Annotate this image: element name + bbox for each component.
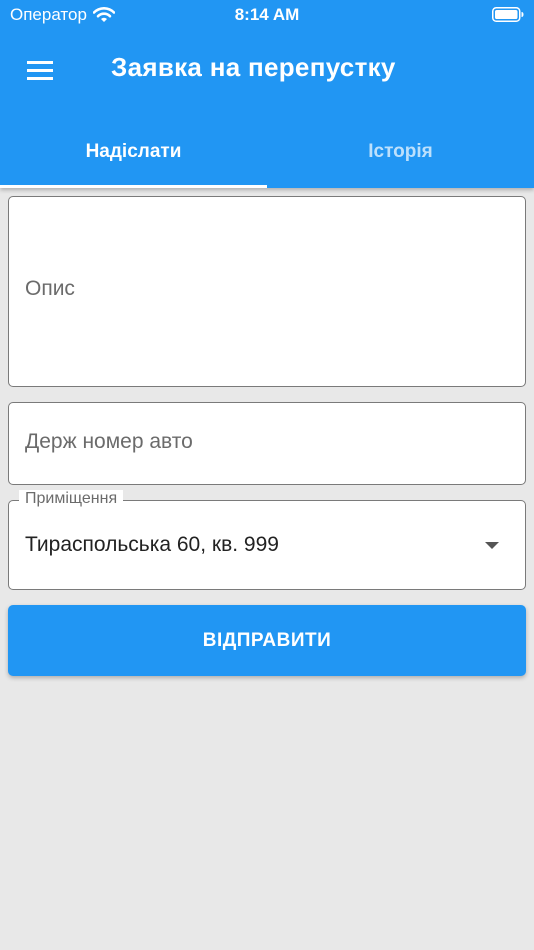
description-field <box>8 196 526 387</box>
premises-label: Приміщення <box>19 490 124 508</box>
status-bar: Оператор 8:14 AM <box>0 0 534 30</box>
premises-value: Тираспольська 60, кв. 999 <box>25 533 279 556</box>
app-bar: Заявка на перепустку <box>0 30 534 108</box>
battery-icon <box>492 7 524 22</box>
plate-field <box>8 402 526 485</box>
tab-history-label: Історія <box>368 141 433 162</box>
premises-select[interactable]: Приміщення Тираспольська 60, кв. 999 <box>8 490 526 590</box>
tab-history[interactable]: Історія <box>267 108 534 188</box>
submit-button[interactable]: ВІДПРАВИТИ <box>8 605 526 676</box>
menu-icon[interactable] <box>20 52 60 88</box>
tab-indicator <box>0 185 267 188</box>
description-input[interactable] <box>25 277 509 301</box>
header: Оператор 8:14 AM Заявка на перепустку На… <box>0 0 534 188</box>
tab-send-label: Надіслати <box>85 141 182 162</box>
status-time: 8:14 AM <box>234 5 300 24</box>
tab-bar: Надіслати Історія <box>0 108 534 188</box>
plate-number-input[interactable] <box>25 430 509 454</box>
tab-send[interactable]: Надіслати <box>0 108 267 188</box>
page-title: Заявка на перепустку <box>111 52 396 82</box>
dropdown-arrow-icon <box>485 542 499 549</box>
